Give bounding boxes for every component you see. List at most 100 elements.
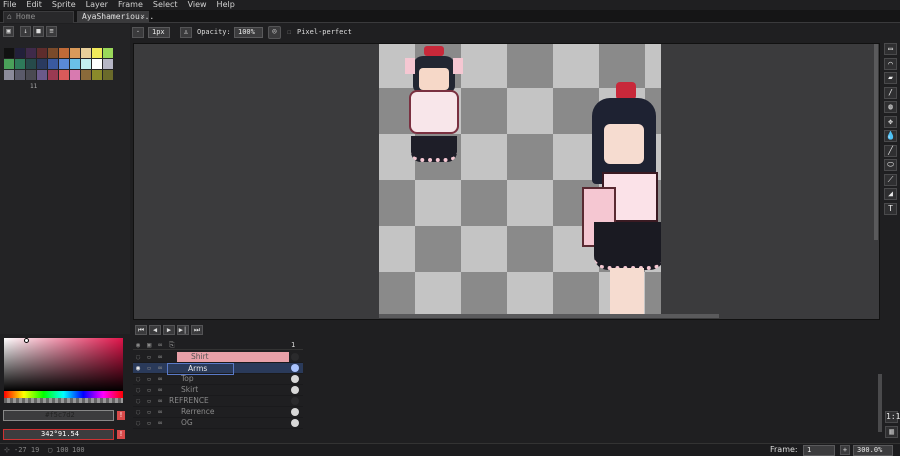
- link-icon[interactable]: ∞: [158, 352, 162, 362]
- cel-dot[interactable]: [291, 397, 299, 405]
- lock-icon[interactable]: ▫: [147, 352, 151, 362]
- menu-view[interactable]: View: [188, 0, 207, 10]
- palette-swatch[interactable]: [37, 70, 47, 80]
- frame-field[interactable]: 1: [803, 445, 835, 456]
- palette-swatch[interactable]: [70, 70, 80, 80]
- brush-size-field[interactable]: 1px: [148, 27, 170, 38]
- palette-swatch[interactable]: [92, 59, 102, 69]
- link-icon[interactable]: ∞: [158, 396, 162, 406]
- menu-file[interactable]: File: [3, 0, 16, 10]
- palette-swatch[interactable]: [4, 59, 14, 69]
- visibility-icon[interactable]: ◌: [136, 352, 140, 362]
- layer-row[interactable]: ◌ ▫ ∞ Skirt: [133, 385, 303, 396]
- visibility-icon[interactable]: ◌: [136, 407, 140, 417]
- eraser-icon[interactable]: ▰: [884, 72, 897, 84]
- lock-icon[interactable]: ▫: [147, 396, 151, 406]
- brush-type-button[interactable]: ·: [132, 27, 144, 38]
- lock-icon[interactable]: ▫: [147, 374, 151, 384]
- palette-sort-button[interactable]: ↓: [20, 26, 31, 37]
- spray-icon[interactable]: ◍: [884, 101, 897, 113]
- palette-swatch[interactable]: [37, 48, 47, 58]
- lock-icon[interactable]: ▫: [147, 363, 151, 373]
- palette-swatch[interactable]: [81, 48, 91, 58]
- close-icon[interactable]: ×: [140, 12, 145, 22]
- alpha-slider[interactable]: [4, 398, 123, 403]
- palette-swatch[interactable]: [92, 48, 102, 58]
- layer-row[interactable]: ◌ ▫ ∞ Rerrence: [133, 407, 303, 418]
- palette-swatch[interactable]: [48, 70, 58, 80]
- layer-row[interactable]: ◌ ▫ ∞ OG: [133, 418, 303, 429]
- palette-preset-button[interactable]: ■: [33, 26, 44, 37]
- play-button[interactable]: ▶: [163, 325, 175, 335]
- cel-dot[interactable]: [291, 375, 299, 383]
- rectangle-select-icon[interactable]: ▭: [884, 43, 897, 55]
- palette-swatch[interactable]: [15, 48, 25, 58]
- lock-icon[interactable]: ▫: [147, 418, 151, 428]
- palette-swatch[interactable]: [103, 70, 113, 80]
- menu-help[interactable]: Help: [217, 0, 235, 10]
- dynamics-button[interactable]: ◎: [268, 26, 281, 39]
- layer-row[interactable]: ◌ ▫ ∞ Top: [133, 374, 303, 385]
- ellipse-icon[interactable]: ⬭: [884, 159, 897, 171]
- cel-dot[interactable]: [291, 419, 299, 427]
- layer-row[interactable]: ◌ ▫ ∞ Shirt: [133, 352, 303, 363]
- palette-swatch[interactable]: [4, 48, 14, 58]
- lock-icon[interactable]: ▫: [147, 407, 151, 417]
- pixel-perfect-checkbox[interactable]: ☐: [287, 28, 291, 36]
- palette-swatch[interactable]: [81, 59, 91, 69]
- timeline-toggle-button[interactable]: ▥: [885, 426, 898, 438]
- link-icon[interactable]: ∞: [158, 385, 162, 395]
- horizontal-scrollbar[interactable]: [379, 314, 719, 318]
- last-frame-button[interactable]: ⏭: [191, 325, 203, 335]
- ink-type-button[interactable]: ♙: [180, 27, 192, 38]
- palette-swatch[interactable]: [48, 59, 58, 69]
- tab-home[interactable]: ⌂ Home: [3, 11, 74, 23]
- menu-frame[interactable]: Frame: [118, 0, 143, 10]
- palette-swatch[interactable]: [59, 59, 69, 69]
- visibility-icon[interactable]: ◉: [136, 363, 140, 373]
- visibility-icon[interactable]: ◌: [136, 418, 140, 428]
- add-frame-button[interactable]: +: [840, 445, 850, 455]
- saturation-value-box[interactable]: [4, 338, 123, 391]
- sprite-canvas[interactable]: [379, 44, 661, 315]
- pencil-icon[interactable]: /: [884, 86, 897, 99]
- opacity-field[interactable]: 100%: [234, 27, 263, 38]
- menu-layer[interactable]: Layer: [86, 0, 108, 10]
- lock-icon[interactable]: ▫: [147, 385, 151, 395]
- hue-slider[interactable]: [4, 391, 123, 398]
- palette-swatch[interactable]: [92, 70, 102, 80]
- visibility-icon[interactable]: ◌: [136, 396, 140, 406]
- cel-dot[interactable]: [291, 386, 299, 394]
- lasso-icon[interactable]: ⌒: [884, 57, 897, 70]
- zoom-field[interactable]: 300.0%: [853, 445, 893, 456]
- cel-dot[interactable]: [291, 353, 299, 361]
- palette-swatch[interactable]: [15, 59, 25, 69]
- first-frame-button[interactable]: ⏮: [135, 325, 147, 335]
- prev-frame-button[interactable]: ◀: [149, 325, 161, 335]
- layer-row[interactable]: ◌ ▫ ∞ REFRENCE: [133, 396, 303, 407]
- text-icon[interactable]: T: [884, 202, 897, 215]
- palette-swatch[interactable]: [15, 70, 25, 80]
- canvas-area[interactable]: [133, 43, 880, 320]
- fg-color-field[interactable]: #f5c7d2: [3, 410, 114, 421]
- palette-swatch[interactable]: [4, 70, 14, 80]
- cel-dot[interactable]: [291, 364, 299, 372]
- palette-swatch[interactable]: [26, 48, 36, 58]
- line-icon[interactable]: ╱: [884, 144, 897, 157]
- menu-sprite[interactable]: Sprite: [52, 0, 76, 10]
- bg-color-field[interactable]: 342°91.54: [3, 429, 114, 440]
- palette-swatch[interactable]: [26, 70, 36, 80]
- layer-row[interactable]: ◉ ▫ ∞ Arms: [133, 363, 303, 375]
- tab-document[interactable]: AyaShameriou... ×: [77, 11, 154, 23]
- next-frame-button[interactable]: ▶|: [177, 325, 189, 335]
- palette-swatch[interactable]: [103, 59, 113, 69]
- palette-swatch[interactable]: [59, 70, 69, 80]
- visibility-icon[interactable]: ◌: [136, 374, 140, 384]
- move-icon[interactable]: ✥: [884, 115, 897, 128]
- eyedropper-icon[interactable]: 💧: [884, 130, 897, 142]
- palette-swatch[interactable]: [81, 70, 91, 80]
- visibility-icon[interactable]: ◌: [136, 385, 140, 395]
- palette-swatch[interactable]: [70, 48, 80, 58]
- link-icon[interactable]: ∞: [158, 418, 162, 428]
- frame-grid-button[interactable]: 1:1: [885, 411, 900, 423]
